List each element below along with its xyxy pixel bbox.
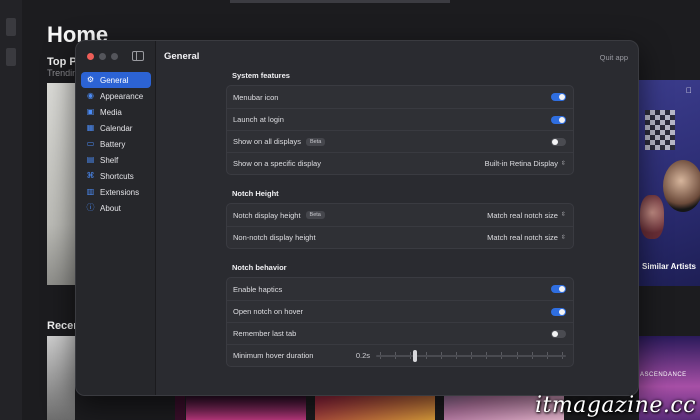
artist-photo bbox=[645, 110, 675, 150]
close-window-button[interactable] bbox=[87, 53, 94, 60]
background-sidebar-tile bbox=[6, 48, 16, 66]
artist-photo bbox=[640, 195, 664, 239]
artist-photo bbox=[663, 160, 700, 212]
row-label: Show on all displays bbox=[233, 137, 301, 146]
hover-duration-row: Minimum hover duration 0.2s bbox=[227, 344, 573, 366]
menubar-icon-toggle[interactable] bbox=[551, 93, 566, 101]
slider-track bbox=[376, 354, 566, 357]
row-label: Minimum hover duration bbox=[233, 351, 314, 360]
sidebar-item-extensions[interactable]: ▥ Extensions bbox=[81, 184, 151, 200]
recent-album-text: ASCENDANCE bbox=[640, 372, 687, 378]
sidebar-item-calendar[interactable]: ▦ Calendar bbox=[81, 120, 151, 136]
album-card[interactable] bbox=[47, 83, 77, 285]
specific-display-select[interactable]: Built-in Retina Display ⇳ bbox=[485, 159, 566, 168]
sidebar-item-shortcuts[interactable]: ⌘ Shortcuts bbox=[81, 168, 151, 184]
row-label: Open notch on hover bbox=[233, 307, 304, 316]
background-sidebar bbox=[0, 0, 22, 420]
sidebar-item-label: Appearance bbox=[100, 91, 144, 101]
gear-icon: ⚙ bbox=[86, 75, 95, 84]
shortcuts-icon: ⌘ bbox=[86, 171, 95, 180]
notch-display-height-select[interactable]: Match real notch size ⇳ bbox=[487, 211, 566, 220]
sidebar-toggle-icon[interactable] bbox=[132, 51, 144, 61]
row-label: Notch display height bbox=[233, 210, 301, 220]
non-notch-display-height-row: Non-notch display height Match real notc… bbox=[227, 226, 573, 248]
top-picks-subtitle: Trendin bbox=[47, 68, 78, 78]
sidebar-item-label: Extensions bbox=[100, 187, 140, 197]
select-value: Built-in Retina Display bbox=[484, 159, 558, 168]
launch-at-login-row: Launch at login bbox=[227, 108, 573, 130]
background-top-bar bbox=[230, 0, 450, 3]
similar-artists-label: Similar Artists bbox=[642, 262, 696, 271]
media-icon: ▣ bbox=[86, 107, 95, 116]
zoom-window-button[interactable] bbox=[111, 53, 118, 60]
open-on-hover-toggle[interactable] bbox=[551, 307, 566, 316]
non-notch-display-height-select[interactable]: Match real notch size ⇳ bbox=[487, 233, 566, 242]
sidebar-item-label: Battery bbox=[100, 139, 126, 149]
sidebar-item-shelf[interactable]: ▤ Shelf bbox=[81, 152, 151, 168]
sidebar-item-label: Shortcuts bbox=[100, 171, 134, 181]
settings-window: ⚙ General ◉ Appearance ▣ Media ▦ Calenda… bbox=[75, 40, 639, 396]
extensions-icon: ▥ bbox=[86, 187, 95, 196]
system-features-group: Menubar icon Launch at login Show on all… bbox=[226, 85, 574, 175]
sidebar-item-label: Shelf bbox=[100, 155, 119, 165]
beta-badge: Beta bbox=[305, 137, 326, 146]
battery-icon: ▭ bbox=[86, 139, 95, 148]
remember-last-tab-row: Remember last tab bbox=[227, 322, 573, 344]
info-icon: ⓘ bbox=[86, 203, 95, 212]
slider-thumb[interactable] bbox=[413, 349, 418, 362]
select-value: Match real notch size bbox=[487, 210, 558, 220]
sidebar-item-label: General bbox=[100, 75, 129, 85]
sidebar-item-label: Calendar bbox=[100, 123, 133, 133]
quit-app-button[interactable]: Quit app bbox=[600, 53, 628, 62]
notch-display-height-row: Notch display height Beta Match real not… bbox=[227, 204, 573, 226]
watermark-text: itmagazine.cc bbox=[534, 393, 696, 418]
row-label: Menubar icon bbox=[233, 92, 279, 102]
notch-height-group: Notch display height Beta Match real not… bbox=[226, 203, 574, 249]
section-title-notch-behavior: Notch behavior bbox=[232, 263, 287, 272]
remember-last-tab-toggle[interactable] bbox=[551, 329, 566, 338]
sidebar-item-about[interactable]: ⓘ About bbox=[81, 200, 151, 216]
settings-sidebar: ⚙ General ◉ Appearance ▣ Media ▦ Calenda… bbox=[76, 41, 156, 395]
section-title-system-features: System features bbox=[232, 71, 290, 80]
updown-chevron-icon: ⇳ bbox=[560, 160, 566, 167]
page-title: General bbox=[164, 51, 200, 62]
show-all-displays-toggle[interactable] bbox=[551, 137, 566, 146]
updown-chevron-icon: ⇳ bbox=[560, 234, 566, 241]
recent-album-card[interactable] bbox=[47, 336, 75, 420]
apple-music-icon:  bbox=[686, 86, 692, 95]
background-sidebar-tile bbox=[6, 18, 16, 36]
sidebar-item-general[interactable]: ⚙ General bbox=[81, 72, 151, 88]
calendar-icon: ▦ bbox=[86, 123, 95, 132]
notch-behavior-group: Enable haptics Open notch on hover Remem… bbox=[226, 277, 574, 367]
sidebar-item-media[interactable]: ▣ Media bbox=[81, 104, 151, 120]
row-label: Show on a specific display bbox=[233, 159, 321, 168]
hover-duration-slider[interactable] bbox=[376, 349, 566, 362]
open-on-hover-row: Open notch on hover bbox=[227, 300, 573, 322]
select-value: Match real notch size bbox=[487, 233, 558, 242]
eye-icon: ◉ bbox=[87, 91, 94, 100]
row-label: Remember last tab bbox=[233, 329, 297, 338]
section-title-notch-height: Notch Height bbox=[232, 189, 279, 198]
sidebar-item-battery[interactable]: ▭ Battery bbox=[81, 136, 151, 152]
enable-haptics-toggle[interactable] bbox=[551, 285, 566, 293]
minimize-window-button[interactable] bbox=[99, 53, 106, 60]
enable-haptics-row: Enable haptics bbox=[227, 278, 573, 300]
settings-nav: ⚙ General ◉ Appearance ▣ Media ▦ Calenda… bbox=[81, 72, 151, 216]
launch-at-login-toggle[interactable] bbox=[551, 115, 566, 124]
settings-content: System features Menubar icon Launch at l… bbox=[226, 71, 574, 381]
row-label: Launch at login bbox=[233, 115, 284, 124]
show-all-displays-row: Show on all displays Beta bbox=[227, 130, 573, 152]
hover-duration-value: 0.2s bbox=[355, 351, 370, 360]
sidebar-item-label: Media bbox=[100, 107, 122, 117]
beta-badge: Beta bbox=[305, 211, 325, 219]
row-label: Non-notch display height bbox=[233, 233, 316, 242]
specific-display-row: Show on a specific display Built-in Reti… bbox=[227, 152, 573, 174]
shelf-icon: ▤ bbox=[86, 155, 95, 164]
row-label: Enable haptics bbox=[233, 284, 283, 294]
menubar-icon-row: Menubar icon bbox=[227, 86, 573, 108]
sidebar-item-label: About bbox=[100, 203, 121, 213]
updown-chevron-icon: ⇳ bbox=[560, 212, 566, 218]
sidebar-item-appearance[interactable]: ◉ Appearance bbox=[81, 88, 151, 104]
